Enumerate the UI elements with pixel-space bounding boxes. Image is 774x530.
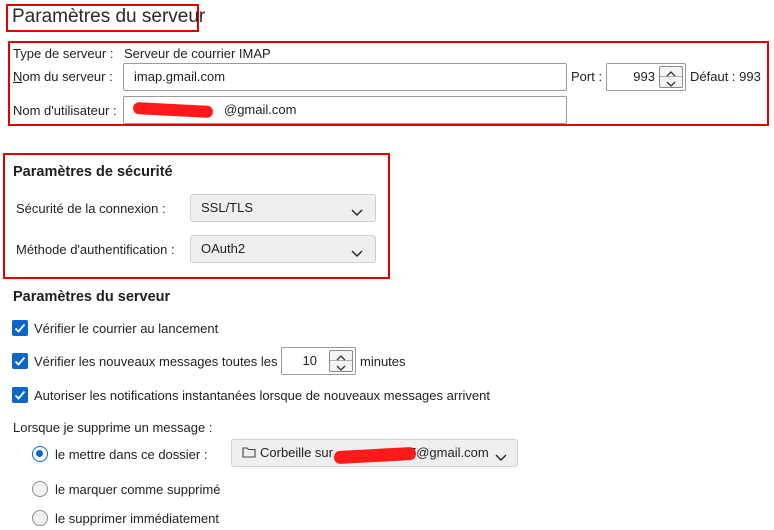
page-title: Paramètres du serveur [12,6,206,27]
username-label: Nom d'utilisateur : [13,103,117,118]
stepper-up-icon[interactable] [660,67,682,77]
trash-folder-prefix: Corbeille sur [260,445,333,460]
server-type-value: Serveur de courrier IMAP [124,46,271,61]
auth-method-select[interactable]: OAuth2 [190,235,376,263]
push-notifications-label[interactable]: Autoriser les notifications instantanées… [34,388,490,403]
auth-method-label: Méthode d'authentification : [16,242,175,257]
chevron-down-icon [351,201,363,227]
stepper-down-icon[interactable] [660,77,682,87]
port-label: Port : [571,69,603,84]
server-name-label-text: om du serveur : [22,69,113,84]
security-heading: Paramètres de sécurité [13,164,173,180]
check-interval-stepper-buttons[interactable] [329,350,353,372]
delete-behavior-heading: Lorsque je supprime un message : [13,420,213,435]
port-value: 993 [633,69,655,84]
trash-folder-suffix: 7@gmail.com [408,445,489,460]
check-interval-checkbox[interactable] [12,353,28,369]
server-settings-heading: Paramètres du serveur [13,289,171,305]
username-visible-value: @gmail.com [224,102,297,117]
push-notifications-checkbox[interactable] [12,387,28,403]
stepper-up-icon[interactable] [330,351,352,361]
delete-mark-radio[interactable] [32,481,48,497]
check-interval-label[interactable]: Vérifier les nouveaux messages toutes le… [34,354,278,369]
folder-icon [242,441,256,467]
delete-now-radio[interactable] [32,510,48,526]
port-stepper-buttons[interactable] [659,66,683,88]
port-default-label: Défaut : 993 [690,69,761,84]
port-stepper[interactable]: 993 [606,63,686,91]
delete-now-label[interactable]: le supprimer immédiatement [55,511,219,526]
delete-mark-label[interactable]: le marquer comme supprimé [55,482,220,497]
check-startup-label[interactable]: Vérifier le courrier au lancement [34,321,218,336]
check-startup-checkbox[interactable] [12,320,28,336]
connection-security-label: Sécurité de la connexion : [16,201,166,216]
connection-security-select[interactable]: SSL/TLS [190,194,376,222]
delete-move-label[interactable]: le mettre dans ce dossier : [55,447,207,462]
check-interval-stepper[interactable]: 10 [281,347,356,375]
chevron-down-icon [495,446,507,472]
server-name-label: Nom du serveur : [13,69,113,84]
auth-method-value: OAuth2 [201,241,246,256]
connection-security-value: SSL/TLS [201,200,254,215]
stepper-down-icon[interactable] [330,361,352,371]
server-type-label: Type de serveur : [13,46,114,61]
server-name-input[interactable]: imap.gmail.com [123,63,567,91]
check-interval-unit: minutes [360,354,406,369]
check-interval-value: 10 [302,353,317,368]
delete-move-radio[interactable] [32,446,48,462]
chevron-down-icon [351,242,363,268]
